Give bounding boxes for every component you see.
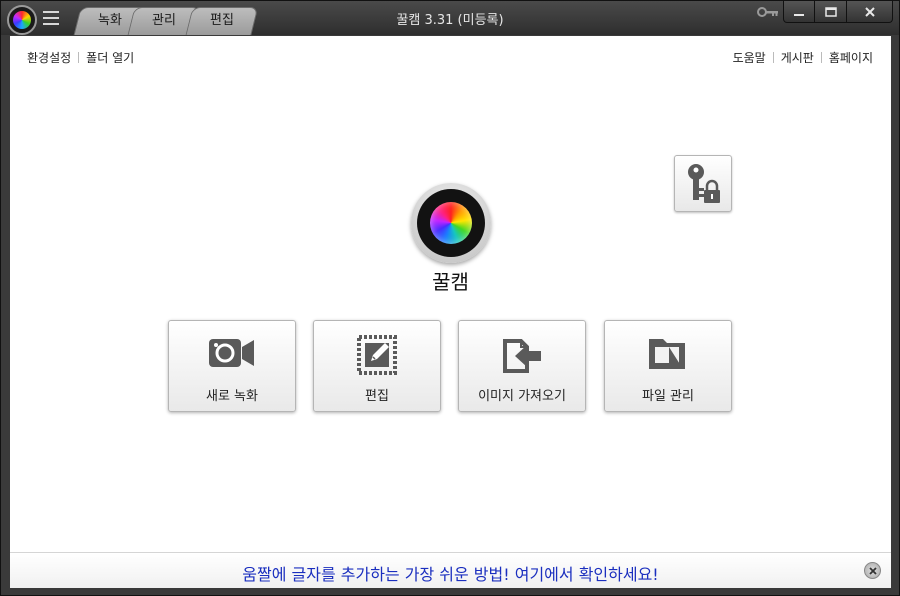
open-folder-link[interactable]: 폴더 열기 [86, 49, 134, 66]
promo-banner-link[interactable]: 움짤에 글자를 추가하는 가장 쉬운 방법! 여기에서 확인하세요! [10, 561, 891, 585]
register-key-icon[interactable] [757, 5, 779, 19]
maximize-button[interactable] [815, 1, 847, 23]
right-links: 도움말 게시판 홈페이지 [733, 49, 873, 66]
import-image-button[interactable]: 이미지 가져오기 [458, 320, 586, 412]
file-manage-button[interactable]: 파일 관리 [604, 320, 732, 412]
import-image-icon [503, 339, 541, 373]
folder-icon [649, 339, 685, 369]
edit-image-icon [357, 335, 397, 375]
key-lock-icon [688, 163, 720, 203]
maximize-icon [824, 6, 837, 17]
video-camera-icon [209, 339, 254, 367]
link-divider [78, 52, 80, 63]
file-manage-label: 파일 관리 [642, 389, 694, 404]
close-icon [864, 6, 875, 17]
left-links: 환경설정 폴더 열기 [27, 49, 134, 66]
link-divider [772, 52, 774, 63]
edit-button[interactable]: 편집 [313, 320, 441, 412]
license-key-button[interactable] [674, 155, 732, 212]
minimize-icon [794, 13, 804, 16]
main-panel: 환경설정 폴더 열기 도움말 게시판 홈페이지 꿀캠 새로 녹화 편집 이미지 … [10, 36, 891, 552]
new-recording-button[interactable]: 새로 녹화 [168, 320, 296, 412]
close-button[interactable] [847, 1, 893, 23]
bottom-banner-bar: 움짤에 글자를 추가하는 가장 쉬운 방법! 여기에서 확인하세요! [10, 552, 891, 588]
link-divider [820, 52, 822, 63]
app-window: 녹화 관리 편집 꿀캠 3.31 (미등록) 환경설정 폴더 열기 도움말 게시… [0, 0, 900, 596]
close-icon [868, 566, 877, 575]
board-link[interactable]: 게시판 [781, 49, 814, 66]
help-link[interactable]: 도움말 [733, 49, 766, 66]
brand-logo-icon [411, 183, 491, 263]
brand-name: 꿀캠 [432, 270, 469, 294]
import-image-label: 이미지 가져오기 [478, 389, 566, 404]
settings-link[interactable]: 환경설정 [27, 49, 71, 66]
homepage-link[interactable]: 홈페이지 [829, 49, 873, 66]
title-bar[interactable]: 녹화 관리 편집 꿀캠 3.31 (미등록) [1, 1, 899, 35]
new-recording-label: 새로 녹화 [206, 389, 258, 404]
edit-label: 편집 [365, 389, 389, 404]
minimize-button[interactable] [783, 1, 815, 23]
banner-close-button[interactable] [864, 562, 881, 579]
